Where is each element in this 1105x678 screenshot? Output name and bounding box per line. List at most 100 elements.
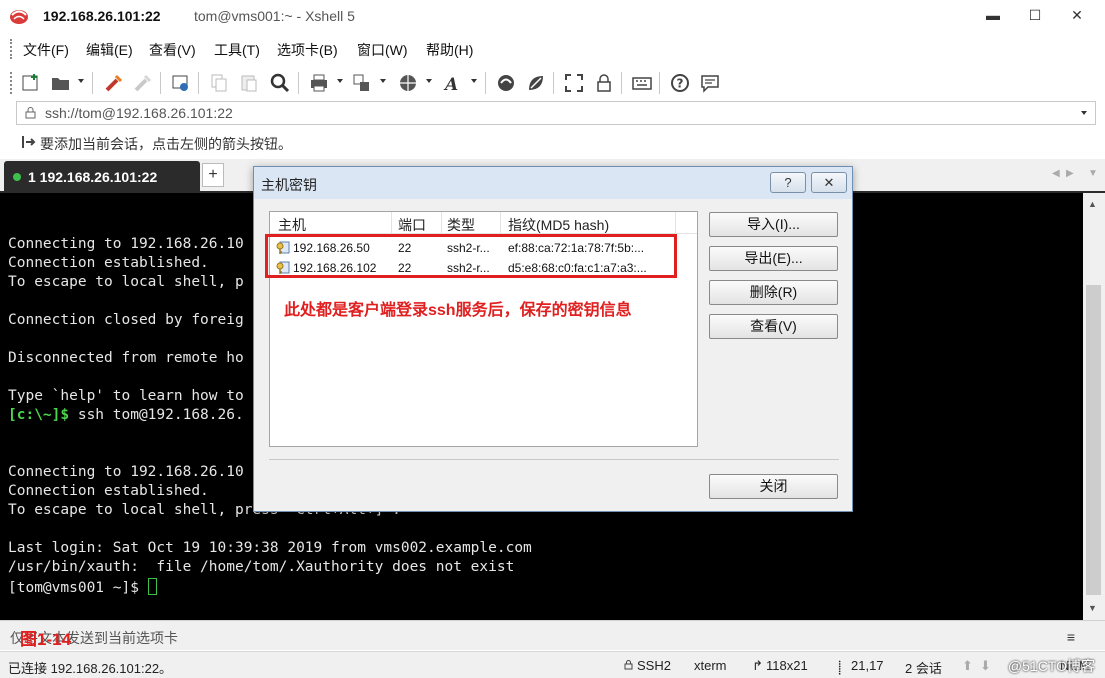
column-type[interactable]: 类型 — [447, 215, 475, 235]
toolbar-grip[interactable] — [10, 72, 13, 94]
svg-text:A: A — [443, 75, 458, 94]
menu-window[interactable]: 窗口(W) — [357, 40, 408, 60]
column-separator — [500, 212, 501, 234]
import-button[interactable]: 导入(I)... — [709, 212, 838, 237]
lock-icon — [25, 106, 36, 122]
font-icon[interactable]: A — [442, 72, 464, 94]
menubar-grip[interactable] — [10, 39, 13, 59]
dialog-title: 主机密钥 — [261, 177, 317, 193]
protocol-lock-icon — [624, 658, 633, 673]
shell-prompt: [tom@vms001 ~]$ — [8, 580, 148, 596]
find-icon[interactable] — [269, 72, 291, 94]
print-dropdown-icon[interactable] — [337, 79, 343, 83]
help-icon[interactable]: ? — [669, 72, 691, 94]
menu-file[interactable]: 文件(F) — [23, 40, 69, 60]
view-button[interactable]: 查看(V) — [709, 314, 838, 339]
menu-edit[interactable]: 编辑(E) — [86, 40, 133, 60]
annotation-highlight-box — [265, 234, 677, 278]
export-button[interactable]: 导出(E)... — [709, 246, 838, 271]
connected-status-icon — [13, 173, 21, 181]
address-dropdown-icon[interactable] — [1081, 111, 1087, 115]
terminal-size: 118x21 — [766, 658, 808, 673]
tab-label: 1 192.168.26.101:22 — [28, 169, 158, 185]
column-fingerprint[interactable]: 指纹(MD5 hash) — [508, 215, 609, 235]
terminal-line: Connection established. — [8, 255, 209, 271]
send-bar[interactable]: 仅将文本发送到当前选项卡 图1-14 ≡ — [0, 620, 1105, 650]
column-separator — [675, 212, 676, 234]
terminal-line: Connecting to 192.168.26.10 — [8, 236, 244, 252]
open-folder-icon[interactable] — [50, 72, 72, 94]
title-bar: 192.168.26.101:22 tom@vms001:~ - Xshell … — [0, 0, 1105, 32]
fullscreen-icon[interactable] — [563, 72, 585, 94]
terminal-type: xterm — [694, 658, 727, 673]
xagent-icon[interactable] — [525, 72, 547, 94]
properties-icon[interactable] — [170, 72, 192, 94]
toolbar-separator — [659, 72, 660, 94]
copy-icon[interactable] — [208, 72, 230, 94]
arrow-down-icon: ⬇ — [980, 658, 991, 673]
send-menu-icon[interactable]: ≡ — [1067, 629, 1075, 645]
new-tab-button[interactable]: + — [202, 163, 224, 187]
terminal-line: Connection established. — [8, 483, 209, 499]
xftp-icon[interactable] — [495, 72, 517, 94]
session-address[interactable]: ssh://tom@192.168.26.101:22 — [45, 105, 233, 121]
menu-tools[interactable]: 工具(T) — [214, 40, 260, 60]
dialog-title-bar: 主机密钥 ? ✕ — [254, 167, 852, 199]
menu-bar: 文件(F) 编辑(E) 查看(V) 工具(T) 选项卡(B) 窗口(W) 帮助(… — [0, 35, 1105, 63]
local-prompt: [c:\~]$ — [8, 407, 70, 423]
tab-scroll-right-icon[interactable]: ▶ — [1066, 168, 1074, 179]
disconnect-icon[interactable] — [132, 72, 154, 94]
toolbar-separator — [298, 72, 299, 94]
cursor-position-icon: ⸽ — [838, 660, 842, 675]
terminal-size-icon: ↱ — [752, 658, 763, 673]
minimize-button[interactable]: ▬ — [970, 0, 1016, 30]
column-port[interactable]: 端口 — [398, 215, 426, 235]
close-window-button[interactable]: ✕ — [1054, 0, 1100, 30]
reconnect-icon[interactable] — [103, 72, 125, 94]
toolbar-separator — [198, 72, 199, 94]
menu-help[interactable]: 帮助(H) — [426, 40, 473, 60]
host-keys-dialog: 主机密钥 ? ✕ 主机 端口 类型 指纹(MD5 hash) 192.168.2… — [253, 166, 853, 512]
chat-icon[interactable] — [699, 72, 721, 94]
terminal-scrollbar[interactable]: ▲ ▼ — [1083, 193, 1105, 620]
tab-list-icon[interactable]: ▼ — [1088, 168, 1098, 179]
toolbar-separator — [160, 72, 161, 94]
add-session-arrow-icon[interactable] — [20, 134, 36, 150]
globe-dropdown-icon[interactable] — [426, 79, 432, 83]
font-dropdown-icon[interactable] — [471, 79, 477, 83]
menu-tabs[interactable]: 选项卡(B) — [277, 40, 338, 60]
terminal-prompt-line: [tom@vms001 ~]$ — [8, 578, 157, 596]
keyboard-icon[interactable] — [631, 72, 653, 94]
menu-view[interactable]: 查看(V) — [149, 40, 196, 60]
dialog-help-button[interactable]: ? — [770, 172, 806, 193]
open-dropdown-icon[interactable] — [78, 79, 84, 83]
tab-session-1[interactable]: 1 192.168.26.101:22 — [4, 161, 200, 193]
paste-icon[interactable] — [238, 72, 260, 94]
arrow-up-icon: ⬆ — [962, 658, 973, 673]
figure-label: 图1-14 — [20, 630, 72, 649]
print-icon[interactable] — [308, 72, 330, 94]
maximize-button[interactable]: ☐ — [1012, 0, 1058, 30]
hint-text: 要添加当前会话，点击左侧的箭头按钮。 — [40, 136, 292, 152]
transfer-dropdown-icon[interactable] — [380, 79, 386, 83]
column-separator — [391, 212, 392, 234]
scroll-up-icon[interactable]: ▲ — [1088, 199, 1097, 209]
dialog-close-button[interactable]: ✕ — [811, 172, 847, 193]
terminal-line: Last login: Sat Oct 19 10:39:38 2019 fro… — [8, 540, 532, 556]
column-host[interactable]: 主机 — [278, 215, 306, 235]
lock-icon[interactable] — [593, 72, 615, 94]
delete-button[interactable]: 删除(R) — [709, 280, 838, 305]
tab-scroll-left-icon[interactable]: ◀ — [1052, 168, 1060, 179]
toolbar-separator — [553, 72, 554, 94]
svg-text:?: ? — [677, 77, 684, 91]
scroll-down-icon[interactable]: ▼ — [1088, 603, 1097, 613]
transfer-icon[interactable] — [351, 72, 373, 94]
globe-icon[interactable] — [397, 72, 419, 94]
hint-bar: 要添加当前会话，点击左侧的箭头按钮。 — [0, 129, 1105, 155]
annotation-text: 此处都是客户端登录ssh服务后，保存的密钥信息 — [284, 302, 632, 319]
dialog-close-bottom-button[interactable]: 关闭 — [709, 474, 838, 499]
new-session-icon[interactable] — [20, 72, 42, 94]
address-bar[interactable]: ssh://tom@192.168.26.101:22 — [16, 101, 1096, 125]
local-command: ssh tom@192.168.26. — [69, 407, 244, 423]
scrollbar-thumb[interactable] — [1086, 285, 1101, 595]
